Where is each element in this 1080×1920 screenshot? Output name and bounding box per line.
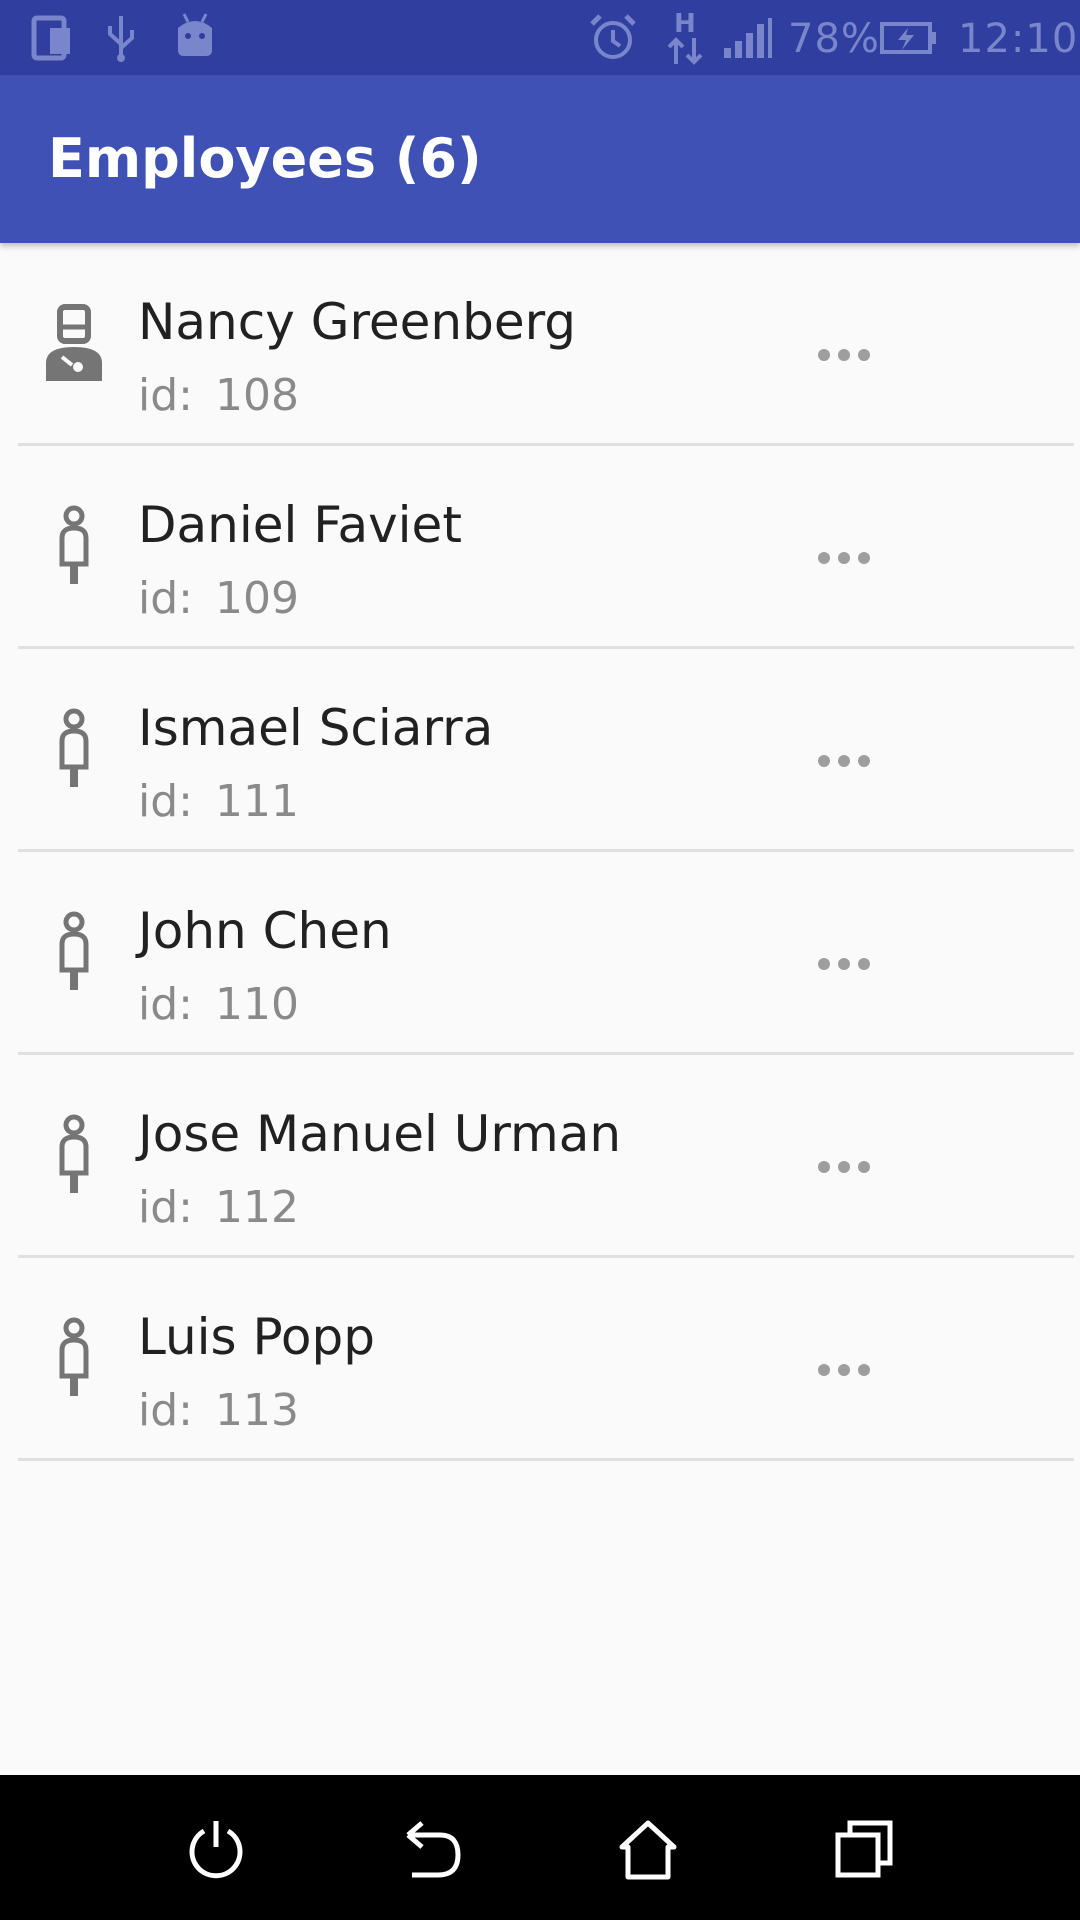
employee-name: Jose Manuel Urman — [138, 1105, 622, 1163]
battery-percent: 78% — [788, 16, 880, 62]
home-icon[interactable] — [616, 1817, 680, 1881]
list-item[interactable]: Luis Popp id: 113 — [18, 1258, 1074, 1461]
more-options-icon[interactable] — [814, 343, 874, 367]
id-label: id: — [138, 370, 193, 421]
android-debug-icon — [178, 13, 212, 56]
person-icon — [59, 1317, 89, 1396]
person-icon — [59, 911, 89, 990]
back-icon[interactable] — [400, 1817, 464, 1881]
more-options-icon[interactable] — [814, 546, 874, 570]
recents-icon[interactable] — [832, 1817, 896, 1881]
more-options-icon[interactable] — [814, 952, 874, 976]
employee-list: Nancy Greenberg id: 108 Daniel Faviet id:… — [0, 243, 1080, 1461]
id-value: 108 — [214, 370, 299, 421]
notification-screen-icon — [31, 15, 70, 61]
battery-charging-icon — [880, 22, 936, 54]
list-item[interactable]: Nancy Greenberg id: 108 — [18, 243, 1074, 446]
employee-name: Nancy Greenberg — [138, 293, 577, 351]
id-label: id: — [138, 776, 193, 827]
person-icon — [59, 708, 89, 787]
status-time: 12:10 — [958, 16, 1079, 62]
id-value: 113 — [214, 1385, 299, 1436]
employee-id: id: 110 — [138, 980, 299, 1030]
network-h-icon: H — [666, 10, 706, 66]
more-options-icon[interactable] — [814, 749, 874, 773]
employee-id: id: 113 — [138, 1386, 299, 1436]
employee-name: Daniel Faviet — [138, 496, 462, 554]
usb-icon — [108, 16, 134, 62]
signal-icon — [724, 18, 772, 58]
power-icon[interactable] — [184, 1817, 248, 1881]
employee-id: id: 111 — [138, 777, 299, 827]
id-value: 110 — [214, 979, 299, 1030]
id-value: 111 — [214, 776, 299, 827]
id-label: id: — [138, 979, 193, 1030]
employee-id: id: 109 — [138, 574, 299, 624]
list-item[interactable]: John Chen id: 110 — [18, 852, 1074, 1055]
alarm-icon — [590, 14, 636, 59]
more-options-icon[interactable] — [814, 1155, 874, 1179]
person-icon — [59, 505, 89, 584]
id-label: id: — [138, 1182, 193, 1233]
list-item[interactable]: Ismael Sciarra id: 111 — [18, 649, 1074, 852]
app-bar: Employees (6) — [0, 75, 1080, 243]
status-bar: H 78% 12:10 — [0, 0, 1080, 75]
navigation-bar — [0, 1775, 1080, 1920]
employee-id: id: 108 — [138, 371, 299, 421]
id-value: 112 — [214, 1182, 299, 1233]
id-label: id: — [138, 1385, 193, 1436]
person-icon — [59, 1114, 89, 1193]
employee-name: Luis Popp — [138, 1308, 375, 1366]
list-item[interactable]: Jose Manuel Urman id: 112 — [18, 1055, 1074, 1258]
id-label: id: — [138, 573, 193, 624]
more-options-icon[interactable] — [814, 1358, 874, 1382]
page-title: Employees (6) — [48, 127, 482, 190]
network-type-label: H — [674, 9, 696, 39]
employee-name: Ismael Sciarra — [138, 699, 494, 757]
employee-id: id: 112 — [138, 1183, 299, 1233]
list-item[interactable]: Daniel Faviet id: 109 — [18, 446, 1074, 649]
employee-name: John Chen — [138, 902, 392, 960]
id-value: 109 — [214, 573, 299, 624]
manager-person-icon — [46, 304, 102, 381]
